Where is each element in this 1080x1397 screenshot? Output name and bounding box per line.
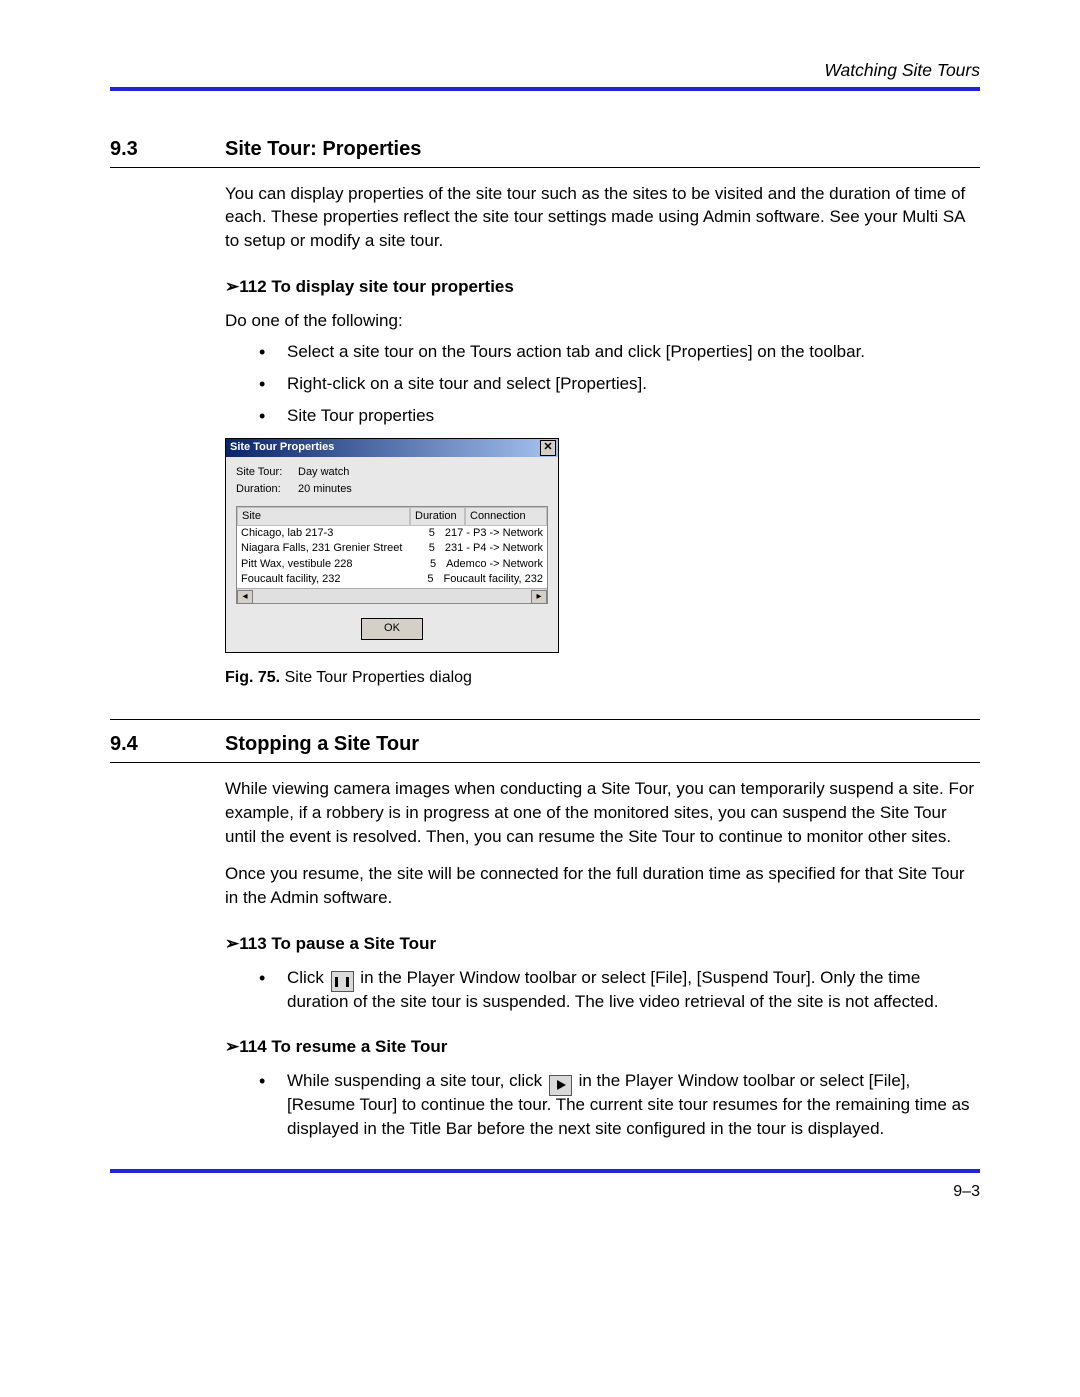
procedure-114-heading: ➢114 To resume a Site Tour xyxy=(225,1035,980,1059)
procedure-bullets: Select a site tour on the Tours action t… xyxy=(225,340,980,427)
figure-caption: Fig. 75. Site Tour Properties dialog xyxy=(225,667,980,689)
duration-label: Duration: xyxy=(236,482,298,497)
scroll-left-icon[interactable]: ◂ xyxy=(237,590,253,604)
figure-label: Fig. 75. xyxy=(225,669,280,686)
text: in the Player Window toolbar or select [… xyxy=(287,968,938,1011)
procedure-113-bullets: Click in the Player Window toolbar or se… xyxy=(225,966,980,1014)
section-number: 9.3 xyxy=(110,135,225,163)
close-icon[interactable]: ✕ xyxy=(540,440,556,456)
paragraph: Once you resume, the site will be connec… xyxy=(225,862,980,910)
intro-paragraph: You can display properties of the site t… xyxy=(225,182,980,253)
ok-button[interactable]: OK xyxy=(361,618,423,640)
text: While suspending a site tour, click xyxy=(287,1071,547,1090)
paragraph: While viewing camera images when conduct… xyxy=(225,777,980,848)
dialog-body: Site Tour: Day watch Duration: 20 minute… xyxy=(226,457,558,652)
section-94-top-divider xyxy=(110,719,980,720)
procedure-114-bullets: While suspending a site tour, click in t… xyxy=(225,1069,980,1140)
duration-value: 20 minutes xyxy=(298,482,352,497)
site-tour-label: Site Tour: xyxy=(236,465,298,480)
site-tour-value: Day watch xyxy=(298,465,349,480)
footer-blue-rule xyxy=(110,1169,980,1173)
list-item: Select a site tour on the Tours action t… xyxy=(287,340,980,364)
dialog-title: Site Tour Properties xyxy=(230,440,334,455)
procedure-113-heading: ➢113 To pause a Site Tour xyxy=(225,932,980,956)
running-header: Watching Site Tours xyxy=(110,58,980,83)
site-list-table: Site Duration Connection Chicago, lab 21… xyxy=(236,506,548,604)
section-title: Site Tour: Properties xyxy=(225,135,421,163)
list-item: Right-click on a site tour and select [P… xyxy=(287,372,980,396)
col-site: Site xyxy=(237,507,410,526)
pause-icon[interactable] xyxy=(331,971,354,992)
col-connection: Connection xyxy=(465,507,547,526)
table-header: Site Duration Connection xyxy=(237,507,547,526)
list-item: Click in the Player Window toolbar or se… xyxy=(287,966,980,1014)
play-icon[interactable] xyxy=(549,1075,572,1096)
section-93-divider xyxy=(110,167,980,168)
site-tour-properties-dialog: Site Tour Properties ✕ Site Tour: Day wa… xyxy=(225,438,559,653)
section-94-divider xyxy=(110,762,980,763)
page: Watching Site Tours 9.3 Site Tour: Prope… xyxy=(0,0,1080,1397)
figure-text: Site Tour Properties dialog xyxy=(280,669,472,686)
list-item: Site Tour properties xyxy=(287,404,980,428)
table-row: Niagara Falls, 231 Grenier Street 5 231 … xyxy=(237,541,547,556)
page-number: 9–3 xyxy=(110,1181,980,1203)
section-94-body: While viewing camera images when conduct… xyxy=(225,777,980,1141)
col-duration: Duration xyxy=(410,507,465,526)
procedure-112-heading: ➢112 To display site tour properties xyxy=(225,275,980,299)
table-row: Pitt Wax, vestibule 228 5 Ademco -> Netw… xyxy=(237,557,547,572)
section-number: 9.4 xyxy=(110,730,225,758)
table-row: Chicago, lab 217-3 5 217 - P3 -> Network xyxy=(237,526,547,541)
scroll-right-icon[interactable]: ▸ xyxy=(531,590,547,604)
text: Click xyxy=(287,968,329,987)
dialog-titlebar: Site Tour Properties ✕ xyxy=(226,439,558,457)
section-title: Stopping a Site Tour xyxy=(225,730,419,758)
section-94-heading: 9.4 Stopping a Site Tour xyxy=(110,730,980,758)
procedure-intro: Do one of the following: xyxy=(225,309,980,333)
section-93-body: You can display properties of the site t… xyxy=(225,182,980,690)
list-item: While suspending a site tour, click in t… xyxy=(287,1069,980,1140)
table-row: Foucault facility, 232 5 Foucault facili… xyxy=(237,572,547,587)
section-93-heading: 9.3 Site Tour: Properties xyxy=(110,135,980,163)
horizontal-scrollbar[interactable]: ◂ ▸ xyxy=(237,588,547,603)
